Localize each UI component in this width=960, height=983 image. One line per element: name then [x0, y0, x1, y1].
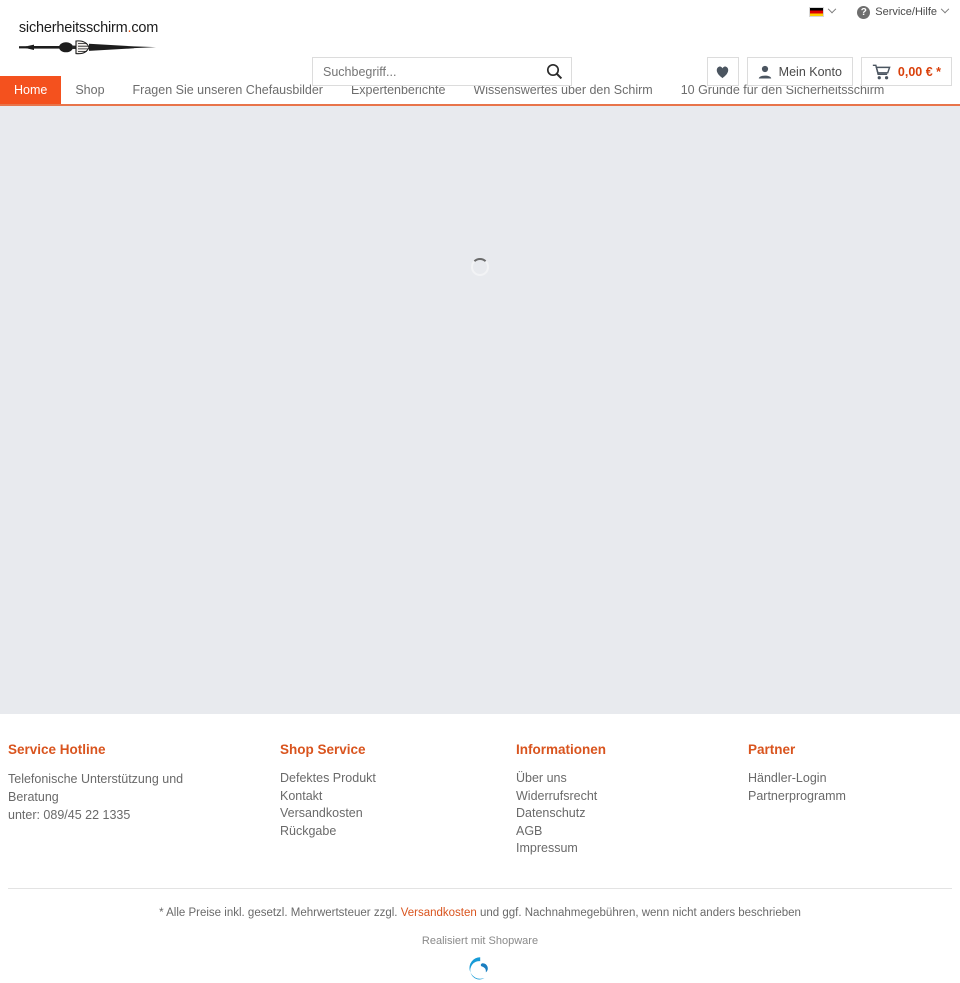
footer-column-shop-service: Shop Service Defektes Produkt Kontakt Ve…: [244, 742, 480, 858]
footer-link-datenschutz[interactable]: Datenschutz: [516, 805, 698, 823]
footer-columns: Service Hotline Telefonische Unterstützu…: [0, 742, 960, 858]
main-content: [0, 106, 960, 714]
footer-link-rueckgabe[interactable]: Rückgabe: [280, 823, 462, 841]
heart-icon: [716, 66, 729, 78]
search-button[interactable]: [537, 58, 571, 85]
user-icon: [758, 65, 771, 78]
legal-text-after: und ggf. Nachnahmegebühren, wenn nicht a…: [476, 906, 801, 919]
footer-link-defektes-produkt[interactable]: Defektes Produkt: [280, 770, 462, 788]
wishlist-button[interactable]: [706, 57, 739, 86]
site-logo[interactable]: sicherheitsschirm.com: [6, 20, 171, 56]
search-bar[interactable]: [312, 57, 572, 86]
account-button[interactable]: Mein Konto: [746, 57, 853, 86]
footer-link-ueber-uns[interactable]: Über uns: [516, 770, 698, 788]
footer-link-impressum[interactable]: Impressum: [516, 840, 698, 858]
footer-column-informationen: Informationen Über uns Widerrufsrecht Da…: [480, 742, 716, 858]
loading-spinner: [471, 258, 489, 276]
german-flag-icon: [809, 7, 825, 17]
legal-shipping-link[interactable]: Versandkosten: [401, 907, 477, 919]
hotline-line-2: unter: 089/45 22 1335: [8, 808, 131, 822]
header-actions: Mein Konto 0,00 € *: [706, 57, 952, 86]
footer-title: Shop Service: [280, 742, 366, 757]
chevron-down-icon: [828, 4, 837, 14]
nav-item-home[interactable]: Home: [0, 76, 62, 104]
footer-column-service-hotline: Service Hotline Telefonische Unterstützu…: [8, 742, 244, 858]
footer-link-widerrufsrecht[interactable]: Widerrufsrecht: [516, 788, 698, 806]
hotline-line-1: Telefonische Unterstützung und Beratung: [8, 772, 184, 804]
service-help-label: Service/Hilfe: [875, 6, 937, 18]
service-help-menu[interactable]: ? Service/Hilfe: [857, 4, 950, 19]
logo-tld: com: [131, 20, 159, 36]
nav-item-fragen-chefausbilder[interactable]: Fragen Sie unseren Chefausbilder: [119, 76, 337, 104]
search-input[interactable]: [313, 64, 537, 79]
account-label: Mein Konto: [778, 64, 842, 79]
shopware-logo-icon: [469, 956, 488, 979]
footer-title: Service Hotline: [8, 742, 106, 757]
cart-button[interactable]: 0,00 € *: [860, 57, 952, 86]
question-circle-icon: ?: [857, 5, 871, 19]
chevron-down-icon: [940, 4, 950, 14]
footer-title: Partner: [748, 742, 796, 757]
site-header: sicherheitsschirm.com Suchbegriff... Mei…: [0, 20, 960, 86]
nav-item-shop[interactable]: Shop: [61, 76, 118, 104]
footer-link-haendler-login[interactable]: Händler-Login: [748, 770, 934, 788]
footer-title: Informationen: [516, 742, 606, 757]
cart-total: 0,00 € *: [897, 64, 941, 79]
site-footer: Service Hotline Telefonische Unterstützu…: [0, 714, 960, 983]
footer-link-versandkosten[interactable]: Versandkosten: [280, 805, 462, 823]
cart-icon: [872, 64, 891, 79]
language-selector[interactable]: [809, 4, 837, 17]
powered-by-text: Realisiert mit Shopware: [421, 934, 539, 947]
search-icon: [546, 63, 562, 80]
footer-column-partner: Partner Händler-Login Partnerprogramm: [716, 742, 952, 858]
legal-text-before: * Alle Preise inkl. gesetzl. Mehrwertste…: [159, 906, 401, 919]
footer-link-partnerprogramm[interactable]: Partnerprogramm: [748, 788, 934, 806]
legal-notice: * Alle Preise inkl. gesetzl. Mehrwertste…: [0, 889, 960, 919]
footer-link-kontakt[interactable]: Kontakt: [280, 788, 462, 806]
umbrella-fist-icon: [6, 38, 171, 56]
logo-text-main: sicherheitsschirm: [18, 20, 128, 36]
logo-text: sicherheitsschirm.com: [6, 20, 171, 36]
footer-link-agb[interactable]: AGB: [516, 823, 698, 841]
shopware-logo-link[interactable]: [0, 947, 960, 983]
